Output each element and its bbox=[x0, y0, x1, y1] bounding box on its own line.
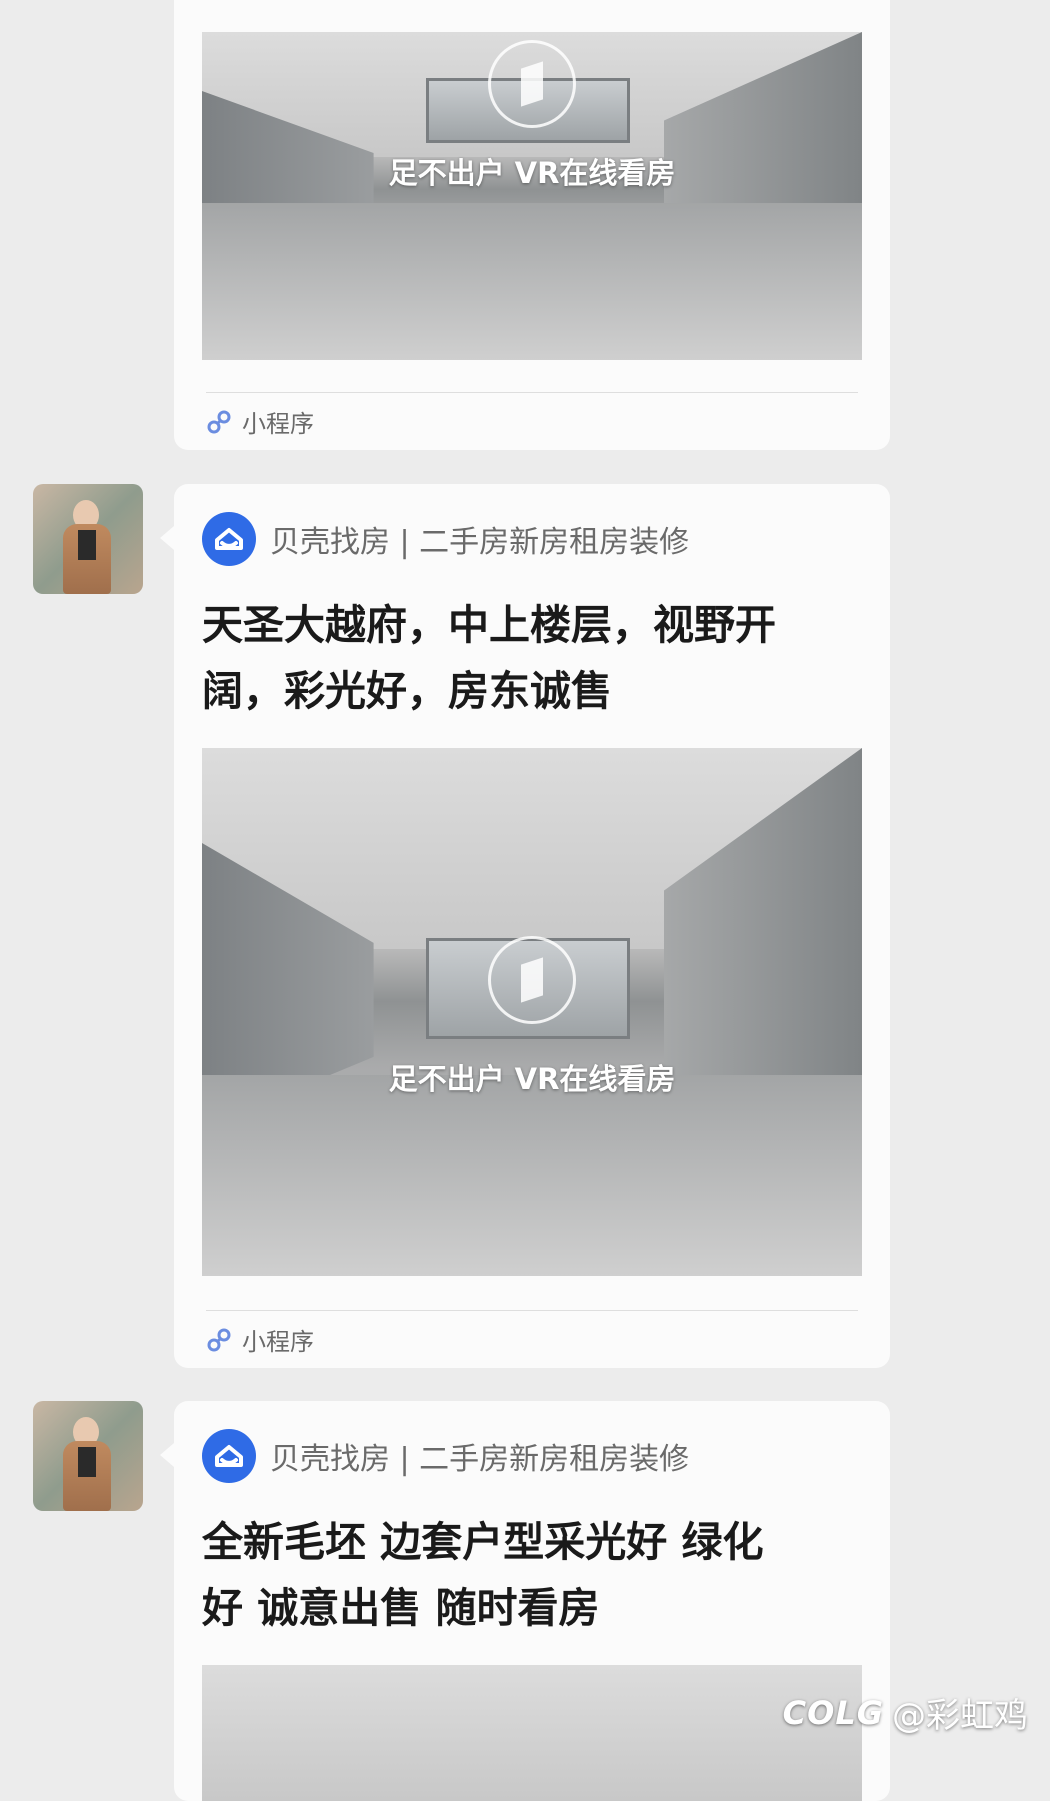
mini-program-tag: 小程序 bbox=[206, 1322, 314, 1357]
brand-row: 贝壳找房 | 二手房新房租房装修 bbox=[202, 512, 689, 566]
brand-row: 贝壳找房 | 二手房新房租房装修 bbox=[202, 1429, 689, 1483]
watermark-user: @彩虹鸡 bbox=[892, 1696, 1028, 1736]
avatar[interactable] bbox=[33, 484, 143, 594]
watermark: COLG @彩虹鸡 bbox=[783, 1688, 1028, 1737]
brand-name: 贝壳找房 | 二手房新房租房装修 bbox=[270, 1442, 690, 1477]
beike-logo-icon bbox=[202, 1429, 256, 1483]
vr-preview-image[interactable] bbox=[202, 1665, 862, 1801]
vr-cube-icon bbox=[488, 936, 576, 1024]
mini-program-link-icon bbox=[207, 410, 231, 433]
colg-logo: COLG bbox=[782, 1693, 884, 1732]
message-card-3[interactable]: 贝壳找房 | 二手房新房租房装修 全新毛坯 边套户型采光好 绿化 好 诚意出售 … bbox=[174, 1401, 890, 1801]
mini-program-link-icon bbox=[207, 1328, 231, 1351]
post-title-line-1: 天圣大越府，中上楼层，视野开 bbox=[202, 601, 776, 649]
avatar[interactable] bbox=[33, 1401, 143, 1511]
vr-preview-image[interactable]: 足不出户 VR在线看房 bbox=[202, 748, 862, 1276]
post-title-line-2: 阔，彩光好，房东诚售 bbox=[202, 667, 612, 715]
mini-program-label: 小程序 bbox=[242, 410, 314, 438]
divider bbox=[206, 1310, 858, 1311]
bubble-tail bbox=[160, 1443, 174, 1467]
vr-caption: 足不出户 VR在线看房 bbox=[388, 156, 676, 190]
vr-cube-icon bbox=[488, 40, 576, 128]
mini-program-tag: 小程序 bbox=[206, 404, 314, 439]
message-card-2[interactable]: 贝壳找房 | 二手房新房租房装修 天圣大越府，中上楼层，视野开 阔，彩光好，房东… bbox=[174, 484, 890, 1368]
message-card-1[interactable]: 足不出户 VR在线看房 小程序 bbox=[174, 0, 890, 450]
vr-caption: 足不出户 VR在线看房 bbox=[388, 1062, 676, 1096]
bubble-tail bbox=[160, 526, 174, 550]
beike-logo-icon bbox=[202, 512, 256, 566]
post-title: 天圣大越府，中上楼层，视野开 阔，彩光好，房东诚售 bbox=[202, 592, 862, 724]
vr-preview-image[interactable]: 足不出户 VR在线看房 bbox=[202, 32, 862, 360]
post-title-line-2: 好 诚意出售 随时看房 bbox=[202, 1584, 600, 1632]
mini-program-label: 小程序 bbox=[242, 1328, 314, 1356]
divider bbox=[206, 392, 858, 393]
post-title: 全新毛坯 边套户型采光好 绿化 好 诚意出售 随时看房 bbox=[202, 1509, 862, 1641]
brand-name: 贝壳找房 | 二手房新房租房装修 bbox=[270, 525, 690, 560]
post-title-line-1: 全新毛坯 边套户型采光好 绿化 bbox=[202, 1518, 764, 1566]
